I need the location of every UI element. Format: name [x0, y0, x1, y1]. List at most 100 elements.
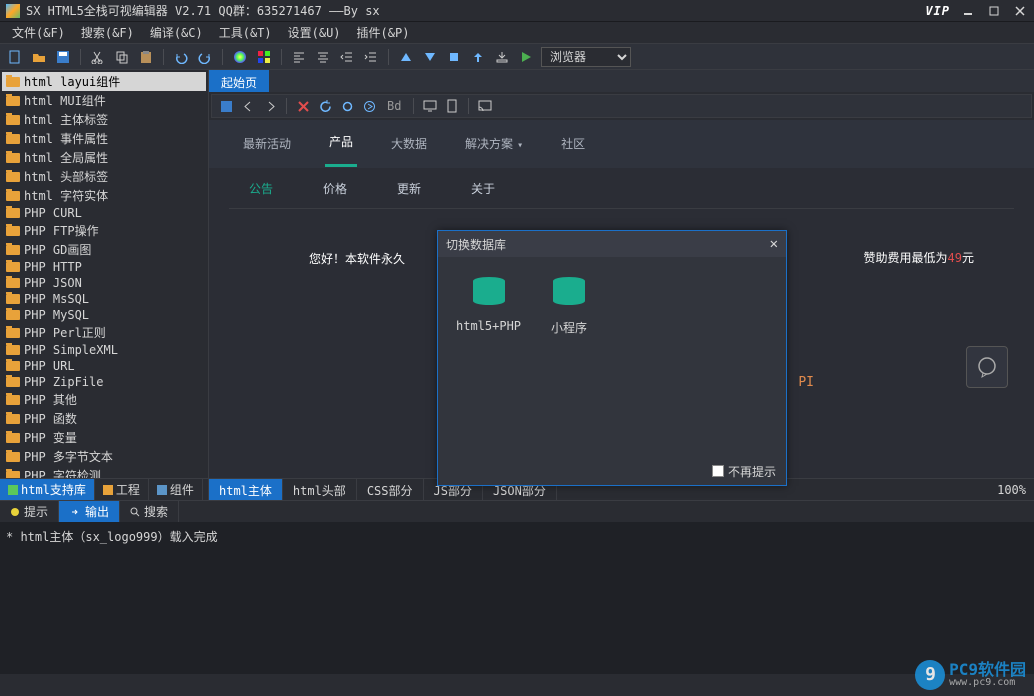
open-file-icon[interactable] — [30, 48, 48, 66]
indent-dec-icon[interactable] — [338, 48, 356, 66]
folder-icon — [6, 191, 20, 201]
refresh2-icon[interactable] — [339, 98, 355, 114]
modal-close-icon[interactable]: ✕ — [770, 236, 778, 252]
copy-icon[interactable] — [113, 48, 131, 66]
save-doc-icon[interactable] — [218, 98, 234, 114]
stop-icon[interactable] — [445, 48, 463, 66]
cut-icon[interactable] — [89, 48, 107, 66]
run-icon[interactable] — [517, 48, 535, 66]
menu-item[interactable]: 搜索(&F) — [75, 22, 140, 43]
subnav-item[interactable]: 关于 — [471, 180, 495, 197]
tree-item[interactable]: PHP 函数 — [2, 409, 206, 428]
undo-icon[interactable] — [172, 48, 190, 66]
desktop-icon[interactable] — [422, 98, 438, 114]
nav-item[interactable]: 大数据 — [387, 121, 431, 166]
switch-database-modal: 切换数据库 ✕ html5+PHP 小程序 不再提示 — [437, 230, 787, 486]
tree-item[interactable]: PHP FTP操作 — [2, 221, 206, 240]
tree-item[interactable]: PHP 字符检测 — [2, 466, 206, 478]
tree-item[interactable]: PHP 其他 — [2, 390, 206, 409]
nav-item[interactable]: 最新活动 — [239, 121, 295, 166]
tree-item[interactable]: html 字符实体 — [2, 186, 206, 205]
align-left-icon[interactable] — [290, 48, 308, 66]
tree-item[interactable]: PHP Perl正则 — [2, 323, 206, 342]
database-icon — [471, 277, 507, 313]
refresh-icon[interactable] — [317, 98, 333, 114]
menu-item[interactable]: 文件(&F) — [6, 22, 71, 43]
db-option-label: 小程序 — [551, 319, 587, 336]
sidebar-tab[interactable]: 组件 — [149, 479, 203, 500]
paste-icon[interactable] — [137, 48, 155, 66]
app-icon — [6, 4, 20, 18]
db-option-html5php[interactable]: html5+PHP — [456, 277, 521, 447]
menu-item[interactable]: 插件(&P) — [351, 22, 416, 43]
tree-item[interactable]: PHP MsSQL — [2, 291, 206, 307]
tree-view[interactable]: html layui组件html MUI组件html 主体标签html 事件属性… — [0, 70, 208, 478]
tree-item[interactable]: PHP SimpleXML — [2, 342, 206, 358]
tree-item[interactable]: html MUI组件 — [2, 91, 206, 110]
triangle-up-icon[interactable] — [397, 48, 415, 66]
code-tab[interactable]: CSS部分 — [357, 479, 424, 500]
tree-item[interactable]: PHP CURL — [2, 205, 206, 221]
tree-item[interactable]: PHP 变量 — [2, 428, 206, 447]
delete-icon[interactable] — [295, 98, 311, 114]
tab-start-page[interactable]: 起始页 — [209, 70, 269, 92]
nav-fwd-icon[interactable] — [262, 98, 278, 114]
code-tab[interactable]: html头部 — [283, 479, 357, 500]
tree-item[interactable]: PHP JSON — [2, 275, 206, 291]
tree-item[interactable]: html layui组件 — [2, 72, 206, 91]
api-text: PI — [798, 375, 814, 390]
close-button[interactable] — [1012, 3, 1028, 19]
db-option-miniprogram[interactable]: 小程序 — [551, 277, 587, 447]
nav-back-icon[interactable] — [240, 98, 256, 114]
download-icon[interactable] — [493, 48, 511, 66]
sidebar-tab[interactable]: 工程 — [95, 479, 149, 500]
tree-item[interactable]: PHP ZipFile — [2, 374, 206, 390]
tree-item[interactable]: PHP MySQL — [2, 307, 206, 323]
palette-icon[interactable] — [255, 48, 273, 66]
up-icon[interactable] — [469, 48, 487, 66]
bottom-tab[interactable]: 输出 — [59, 501, 120, 522]
tree-item[interactable]: html 全局属性 — [2, 148, 206, 167]
no-remind-checkbox[interactable] — [712, 465, 724, 477]
browser-select[interactable]: 浏览器 — [541, 47, 631, 67]
maximize-button[interactable] — [986, 3, 1002, 19]
bottom-tab[interactable]: 搜索 — [120, 501, 179, 522]
menu-item[interactable]: 工具(&T) — [213, 22, 278, 43]
tree-item[interactable]: html 主体标签 — [2, 110, 206, 129]
menu-item[interactable]: 设置(&U) — [282, 22, 347, 43]
triangle-down-icon[interactable] — [421, 48, 439, 66]
nav-item[interactable]: 社区 — [557, 121, 589, 166]
subnav-item[interactable]: 价格 — [323, 180, 347, 197]
next-icon[interactable] — [361, 98, 377, 114]
folder-icon — [6, 395, 20, 405]
no-remind-label: 不再提示 — [728, 463, 776, 480]
cast-icon[interactable] — [477, 98, 493, 114]
chat-bubble-icon[interactable] — [966, 346, 1008, 388]
tree-item[interactable]: PHP URL — [2, 358, 206, 374]
menu-item[interactable]: 编译(&C) — [144, 22, 209, 43]
color-picker-icon[interactable] — [231, 48, 249, 66]
save-icon[interactable] — [54, 48, 72, 66]
subnav-item[interactable]: 更新 — [397, 180, 421, 197]
nav-item[interactable]: 产品 — [325, 119, 357, 167]
folder-icon — [6, 433, 20, 443]
folder-icon — [6, 172, 20, 182]
indent-inc-icon[interactable] — [362, 48, 380, 66]
code-tab[interactable]: html主体 — [209, 479, 283, 500]
tree-item[interactable]: html 头部标签 — [2, 167, 206, 186]
sidebar-tab[interactable]: html支持库 — [0, 479, 95, 500]
tree-item[interactable]: PHP 多字节文本 — [2, 447, 206, 466]
editor-toolbar: Bd — [211, 94, 1032, 118]
tree-item[interactable]: PHP HTTP — [2, 259, 206, 275]
minimize-button[interactable] — [960, 3, 976, 19]
subnav-item[interactable]: 公告 — [249, 180, 273, 197]
bottom-tab[interactable]: 提示 — [0, 501, 59, 522]
new-file-icon[interactable] — [6, 48, 24, 66]
mobile-icon[interactable] — [444, 98, 460, 114]
tree-item[interactable]: PHP GD画图 — [2, 240, 206, 259]
redo-icon[interactable] — [196, 48, 214, 66]
bd-label[interactable]: Bd — [383, 99, 405, 113]
tree-item[interactable]: html 事件属性 — [2, 129, 206, 148]
nav-item[interactable]: 解决方案▾ — [461, 121, 527, 166]
align-center-icon[interactable] — [314, 48, 332, 66]
